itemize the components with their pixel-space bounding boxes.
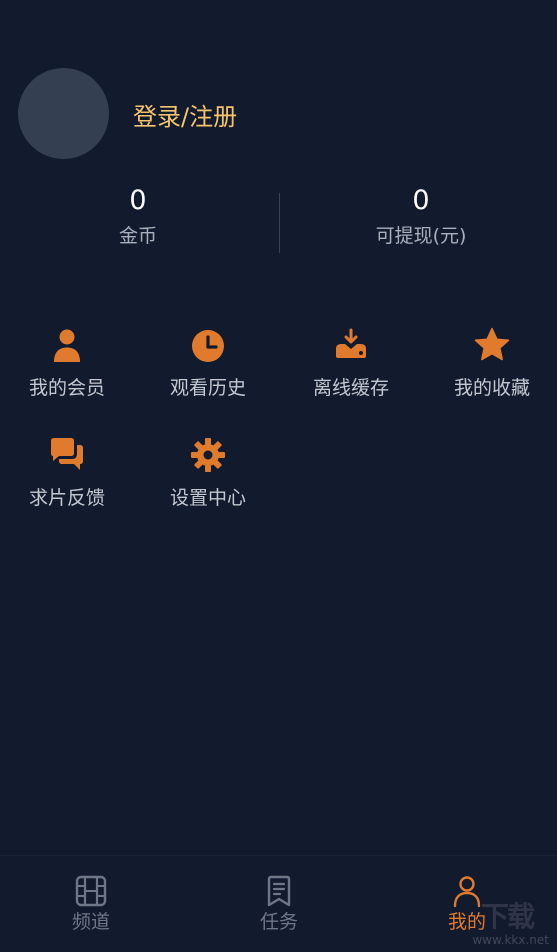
tab-channels[interactable]: 频道 xyxy=(31,874,151,935)
feature-label: 离线缓存 xyxy=(312,377,389,399)
coins-value: 0 xyxy=(129,185,147,216)
feature-settings[interactable]: 设置中心 xyxy=(138,435,278,511)
download-icon xyxy=(336,328,366,358)
watermark-url: www.kkx.net xyxy=(472,933,549,947)
feature-label: 观看历史 xyxy=(169,377,246,399)
feature-offline-cache[interactable]: 离线缓存 xyxy=(281,325,421,401)
login-register-link[interactable]: 登录/注册 xyxy=(133,100,237,134)
feature-label: 我的会员 xyxy=(28,377,105,399)
cash-stat[interactable]: 0 可提现(元) xyxy=(321,184,521,250)
task-icon xyxy=(267,875,291,907)
clock-icon xyxy=(192,330,224,362)
coins-label: 金币 xyxy=(118,225,157,247)
feature-membership[interactable]: 我的会员 xyxy=(0,325,137,401)
gear-icon xyxy=(191,438,225,472)
cash-label: 可提现(元) xyxy=(375,225,467,247)
tab-label: 频道 xyxy=(71,911,110,933)
tab-label: 任务 xyxy=(259,911,298,933)
feature-label: 求片反馈 xyxy=(28,487,105,509)
film-icon xyxy=(75,875,107,907)
coins-stat[interactable]: 0 金币 xyxy=(38,184,238,250)
tab-tasks[interactable]: 任务 xyxy=(219,874,339,935)
watermark-logo: 下载 xyxy=(481,900,535,933)
star-icon xyxy=(474,327,510,361)
cash-value: 0 xyxy=(412,185,430,216)
user-icon xyxy=(54,329,80,362)
stats-divider xyxy=(279,193,280,253)
chat-icon xyxy=(51,438,83,470)
feature-request-feedback[interactable]: 求片反馈 xyxy=(0,435,137,511)
avatar[interactable] xyxy=(18,68,109,159)
feature-favorites[interactable]: 我的收藏 xyxy=(422,325,557,401)
feature-label: 设置中心 xyxy=(169,487,246,509)
feature-label: 我的收藏 xyxy=(453,377,530,399)
feature-history[interactable]: 观看历史 xyxy=(138,325,278,401)
